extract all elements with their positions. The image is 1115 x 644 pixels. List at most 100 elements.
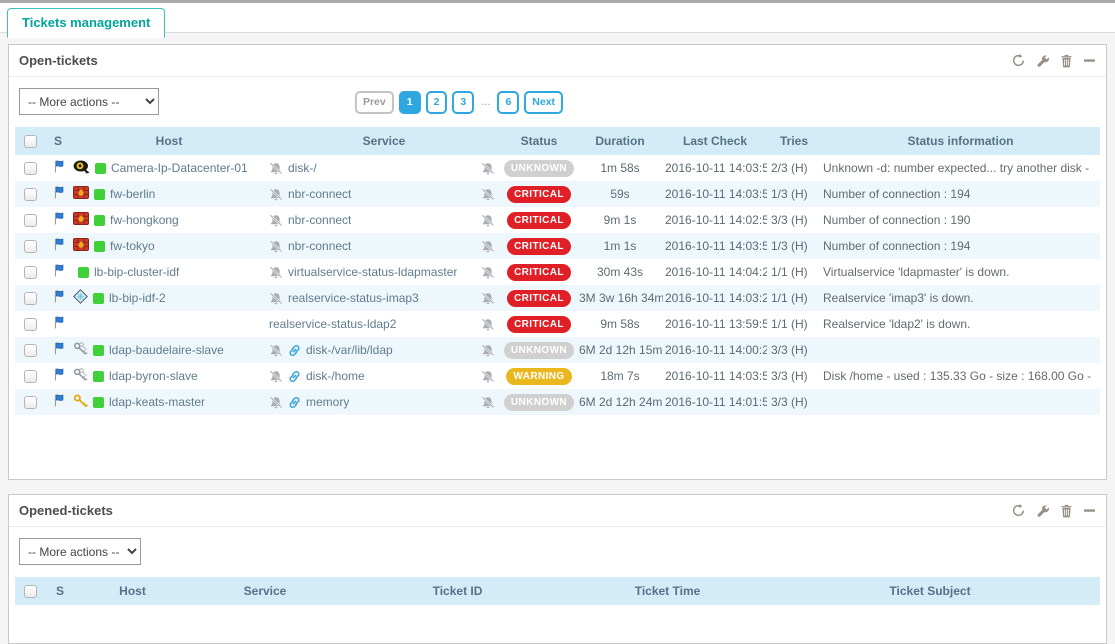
- collapse-icon[interactable]: [1083, 504, 1096, 517]
- service-name[interactable]: disk-/var/lib/ldap: [306, 343, 393, 357]
- panel-title: Open-tickets: [19, 53, 98, 68]
- wrench-icon[interactable]: [1036, 504, 1050, 518]
- last-check-cell: 2016-10-11 14:03:55: [663, 233, 767, 259]
- tries-cell: 1/3 (H): [767, 181, 821, 207]
- service-name[interactable]: nbr-connect: [288, 213, 351, 227]
- select-all-checkbox[interactable]: [24, 135, 37, 148]
- tries-cell: 2/3 (H): [767, 155, 821, 181]
- row-checkbox[interactable]: [24, 162, 37, 175]
- service-name[interactable]: disk-/: [288, 161, 317, 175]
- pagination-page-2[interactable]: 2: [426, 91, 448, 114]
- host-name[interactable]: ldap-byron-slave: [109, 369, 198, 383]
- tries-cell: 3/3 (H): [767, 207, 821, 233]
- table-header-row: S Host Service Status Duration Last Chec…: [15, 127, 1100, 155]
- row-checkbox[interactable]: [24, 188, 37, 201]
- pagination-prev-button[interactable]: Prev: [355, 91, 394, 114]
- table-row: ldap-byron-slave disk-/home WARNING 18m …: [15, 363, 1100, 389]
- column-header-status-information: Status information: [821, 127, 1100, 155]
- more-actions-select[interactable]: -- More actions --: [19, 88, 159, 115]
- status-badge: UNKNOWN: [504, 394, 574, 411]
- host-name[interactable]: fw-hongkong: [110, 213, 179, 227]
- opened-tickets-toolbar: -- More actions --: [9, 527, 1106, 577]
- last-check-cell: 2016-10-11 14:03:58: [663, 155, 767, 181]
- pagination-next-button[interactable]: Next: [524, 91, 563, 114]
- service-name[interactable]: nbr-connect: [288, 187, 351, 201]
- service-name[interactable]: realservice-status-imap3: [288, 291, 419, 305]
- column-header-service: Service: [267, 127, 501, 155]
- column-header-last-check: Last Check: [663, 127, 767, 155]
- wrench-icon[interactable]: [1036, 54, 1050, 68]
- loadbalancer-icon: [73, 289, 88, 304]
- column-header-duration: Duration: [577, 127, 663, 155]
- tries-cell: 1/1 (H): [767, 311, 821, 337]
- host-name[interactable]: lb-bip-idf-2: [109, 291, 166, 305]
- table-row: lb-bip-idf-2 realservice-status-imap3 CR…: [15, 285, 1100, 311]
- table-row: fw-hongkong nbr-connect CRITICAL 9m 1s 2…: [15, 207, 1100, 233]
- duration-cell: 59s: [577, 181, 663, 207]
- last-check-cell: 2016-10-11 14:02:56: [663, 207, 767, 233]
- host-name[interactable]: Camera-Ip-Datacenter-01: [111, 161, 248, 175]
- host-status-indicator: [78, 267, 89, 278]
- row-checkbox[interactable]: [24, 266, 37, 279]
- pagination-page-1[interactable]: 1: [399, 91, 421, 114]
- service-bell-muted-icon: [481, 396, 499, 409]
- collapse-icon[interactable]: [1083, 54, 1096, 67]
- service-bell-muted-icon: [481, 370, 499, 383]
- pagination-page-6[interactable]: 6: [497, 91, 519, 114]
- host-status-indicator: [93, 371, 104, 382]
- host-bell-muted-icon: [269, 292, 283, 305]
- status-badge: CRITICAL: [507, 238, 571, 255]
- row-checkbox[interactable]: [24, 370, 37, 383]
- firewall-icon: [73, 212, 89, 225]
- service-name[interactable]: virtualservice-status-ldapmaster: [288, 265, 457, 279]
- tries-cell: 3/3 (H): [767, 337, 821, 363]
- service-name[interactable]: memory: [306, 395, 349, 409]
- status-badge: UNKNOWN: [504, 342, 574, 359]
- row-checkbox[interactable]: [24, 240, 37, 253]
- more-actions-select[interactable]: -- More actions --: [19, 538, 141, 565]
- select-all-checkbox[interactable]: [24, 585, 37, 598]
- pagination-page-3[interactable]: 3: [452, 91, 474, 114]
- host-name[interactable]: ldap-baudelaire-slave: [109, 343, 224, 357]
- row-checkbox[interactable]: [24, 318, 37, 331]
- panel-title: Opened-tickets: [19, 503, 113, 518]
- trash-icon[interactable]: [1060, 504, 1073, 518]
- host-status-indicator: [94, 215, 105, 226]
- refresh-icon[interactable]: [1011, 53, 1026, 68]
- last-check-cell: 2016-10-11 14:04:25: [663, 259, 767, 285]
- row-checkbox[interactable]: [24, 396, 37, 409]
- column-header-s: S: [45, 577, 75, 605]
- pagination: Prev 1 2 3 ... 6 Next: [355, 91, 563, 114]
- service-bell-muted-icon: [481, 266, 499, 279]
- host-bell-muted-icon: [269, 162, 283, 175]
- host-name[interactable]: lb-bip-cluster-idf: [94, 265, 179, 279]
- row-checkbox[interactable]: [24, 344, 37, 357]
- tries-cell: 3/3 (H): [767, 389, 821, 415]
- link-icon[interactable]: [288, 396, 301, 409]
- tab-tickets-management[interactable]: Tickets management: [7, 8, 165, 38]
- service-name[interactable]: disk-/home: [306, 369, 365, 383]
- host-status-indicator: [94, 189, 105, 200]
- link-icon[interactable]: [288, 344, 301, 357]
- refresh-icon[interactable]: [1011, 503, 1026, 518]
- host-status-indicator: [95, 163, 106, 174]
- service-name[interactable]: realservice-status-ldap2: [269, 317, 396, 331]
- status-information-cell: Unknown -d: number expected... try anoth…: [821, 155, 1100, 181]
- flag-icon: [53, 290, 64, 303]
- open-tickets-rows: Camera-Ip-Datacenter-01 disk-/ UNKNOWN 1…: [15, 155, 1100, 415]
- row-checkbox[interactable]: [24, 214, 37, 227]
- service-name[interactable]: nbr-connect: [288, 239, 351, 253]
- host-bell-muted-icon: [269, 214, 283, 227]
- row-checkbox[interactable]: [24, 292, 37, 305]
- status-badge: CRITICAL: [507, 290, 571, 307]
- host-name[interactable]: fw-tokyo: [110, 239, 155, 253]
- tries-cell: 1/1 (H): [767, 285, 821, 311]
- host-name[interactable]: ldap-keats-master: [109, 395, 205, 409]
- pagination-ellipsis: ...: [479, 96, 492, 108]
- link-icon[interactable]: [288, 370, 301, 383]
- host-name[interactable]: fw-berlin: [110, 187, 155, 201]
- trash-icon[interactable]: [1060, 54, 1073, 68]
- table-row: realservice-status-ldap2 CRITICAL 9m 58s…: [15, 311, 1100, 337]
- flag-icon: [53, 368, 64, 381]
- host-bell-muted-icon: [269, 188, 283, 201]
